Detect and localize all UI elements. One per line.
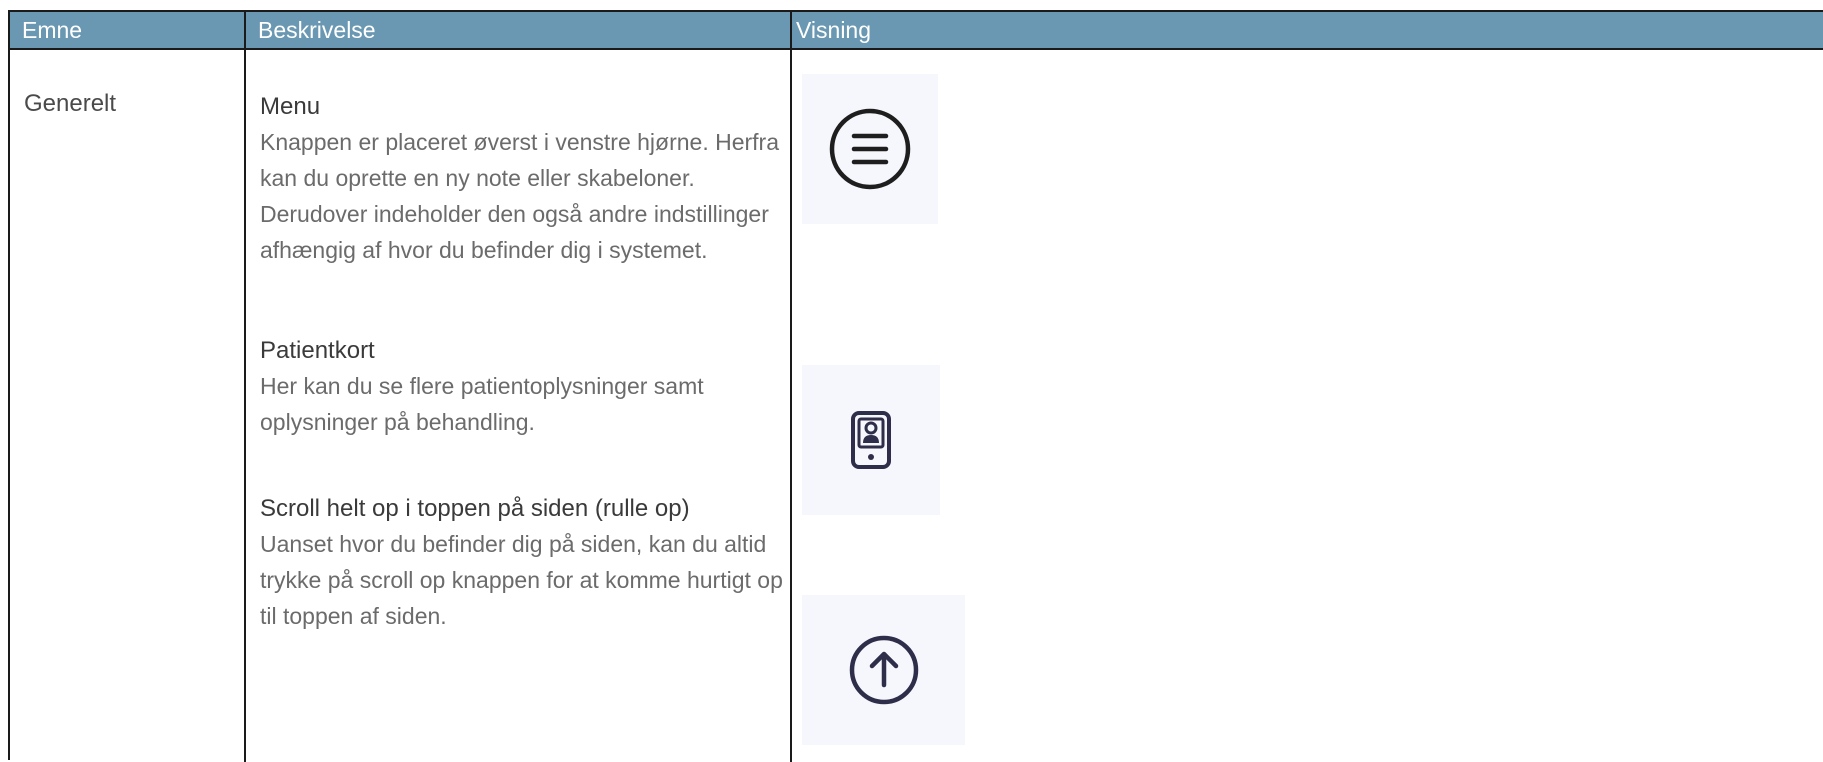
header-visning: Visning — [796, 17, 872, 43]
scroll-up-icon[interactable] — [847, 633, 921, 707]
column-divider — [790, 12, 792, 762]
entry-description: Knappen er placeret øverst i venstre hjø… — [260, 129, 780, 263]
entry-patientkort: Patientkort Her kan du se flere patiento… — [260, 334, 790, 440]
menu-icon[interactable] — [828, 107, 912, 191]
header-beskrivelse: Beskrivelse — [258, 17, 376, 43]
entry-title: Patientkort — [260, 337, 375, 364]
topic-label: Generelt — [24, 90, 117, 117]
table-header: Emne Beskrivelse Visning — [10, 12, 1823, 50]
patient-card-icon-preview — [802, 365, 940, 515]
scroll-up-icon-preview — [802, 595, 965, 745]
entry-description: Uanset hvor du befinder dig på siden, ka… — [260, 531, 783, 629]
entry-scroll-up: Scroll helt op i toppen på siden (rulle … — [260, 492, 790, 634]
patient-card-icon[interactable] — [846, 409, 896, 471]
header-emne: Emne — [22, 17, 83, 43]
entry-description: Her kan du se flere patientoplysninger s… — [260, 373, 704, 435]
entry-title: Scroll helt op i toppen på siden (rulle … — [260, 495, 690, 522]
entry-title: Menu — [260, 93, 321, 120]
column-divider — [244, 12, 246, 762]
menu-icon-preview — [802, 74, 938, 224]
description-table: Emne Beskrivelse Visning Generelt Menu K… — [8, 10, 1823, 762]
entry-menu: Menu Knappen er placeret øverst i venstr… — [260, 90, 790, 268]
